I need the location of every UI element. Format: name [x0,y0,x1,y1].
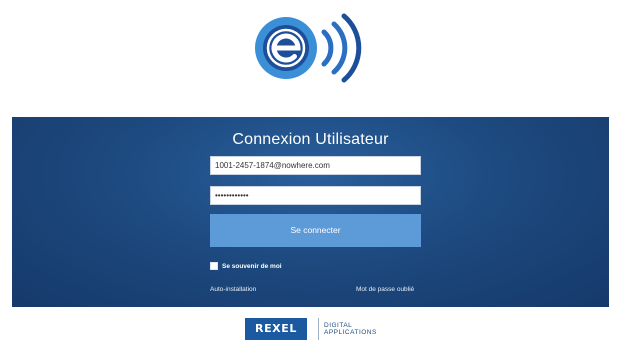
login-panel: Connexion Utilisateur Se connecter Se so… [12,117,609,307]
remember-me[interactable]: Se souvenir de moi [210,262,282,270]
auto-install-link[interactable]: Auto-installation [210,286,256,293]
footer-branding: REXEL DIGITAL APPLICATIONS [245,318,377,340]
applications-label: APPLICATIONS [324,329,377,336]
login-button[interactable]: Se connecter [210,214,421,247]
email-field[interactable] [210,156,421,175]
page-title: Connexion Utilisateur [232,131,389,148]
app-logo [250,8,380,88]
digital-label: DIGITAL [324,322,353,329]
e-signal-icon [255,13,362,83]
login-page: Connexion Utilisateur Se connecter Se so… [0,0,619,345]
forgot-password-link[interactable]: Mot de passe oublié [356,286,414,293]
rexel-logo-text: REXEL [255,322,297,335]
remember-checkbox[interactable] [210,262,218,270]
rexel-logo: REXEL [245,318,307,340]
remember-label: Se souvenir de moi [222,262,282,270]
brand-divider [318,318,319,340]
digital-applications-label: DIGITAL APPLICATIONS [324,322,377,336]
password-field[interactable] [210,186,421,205]
